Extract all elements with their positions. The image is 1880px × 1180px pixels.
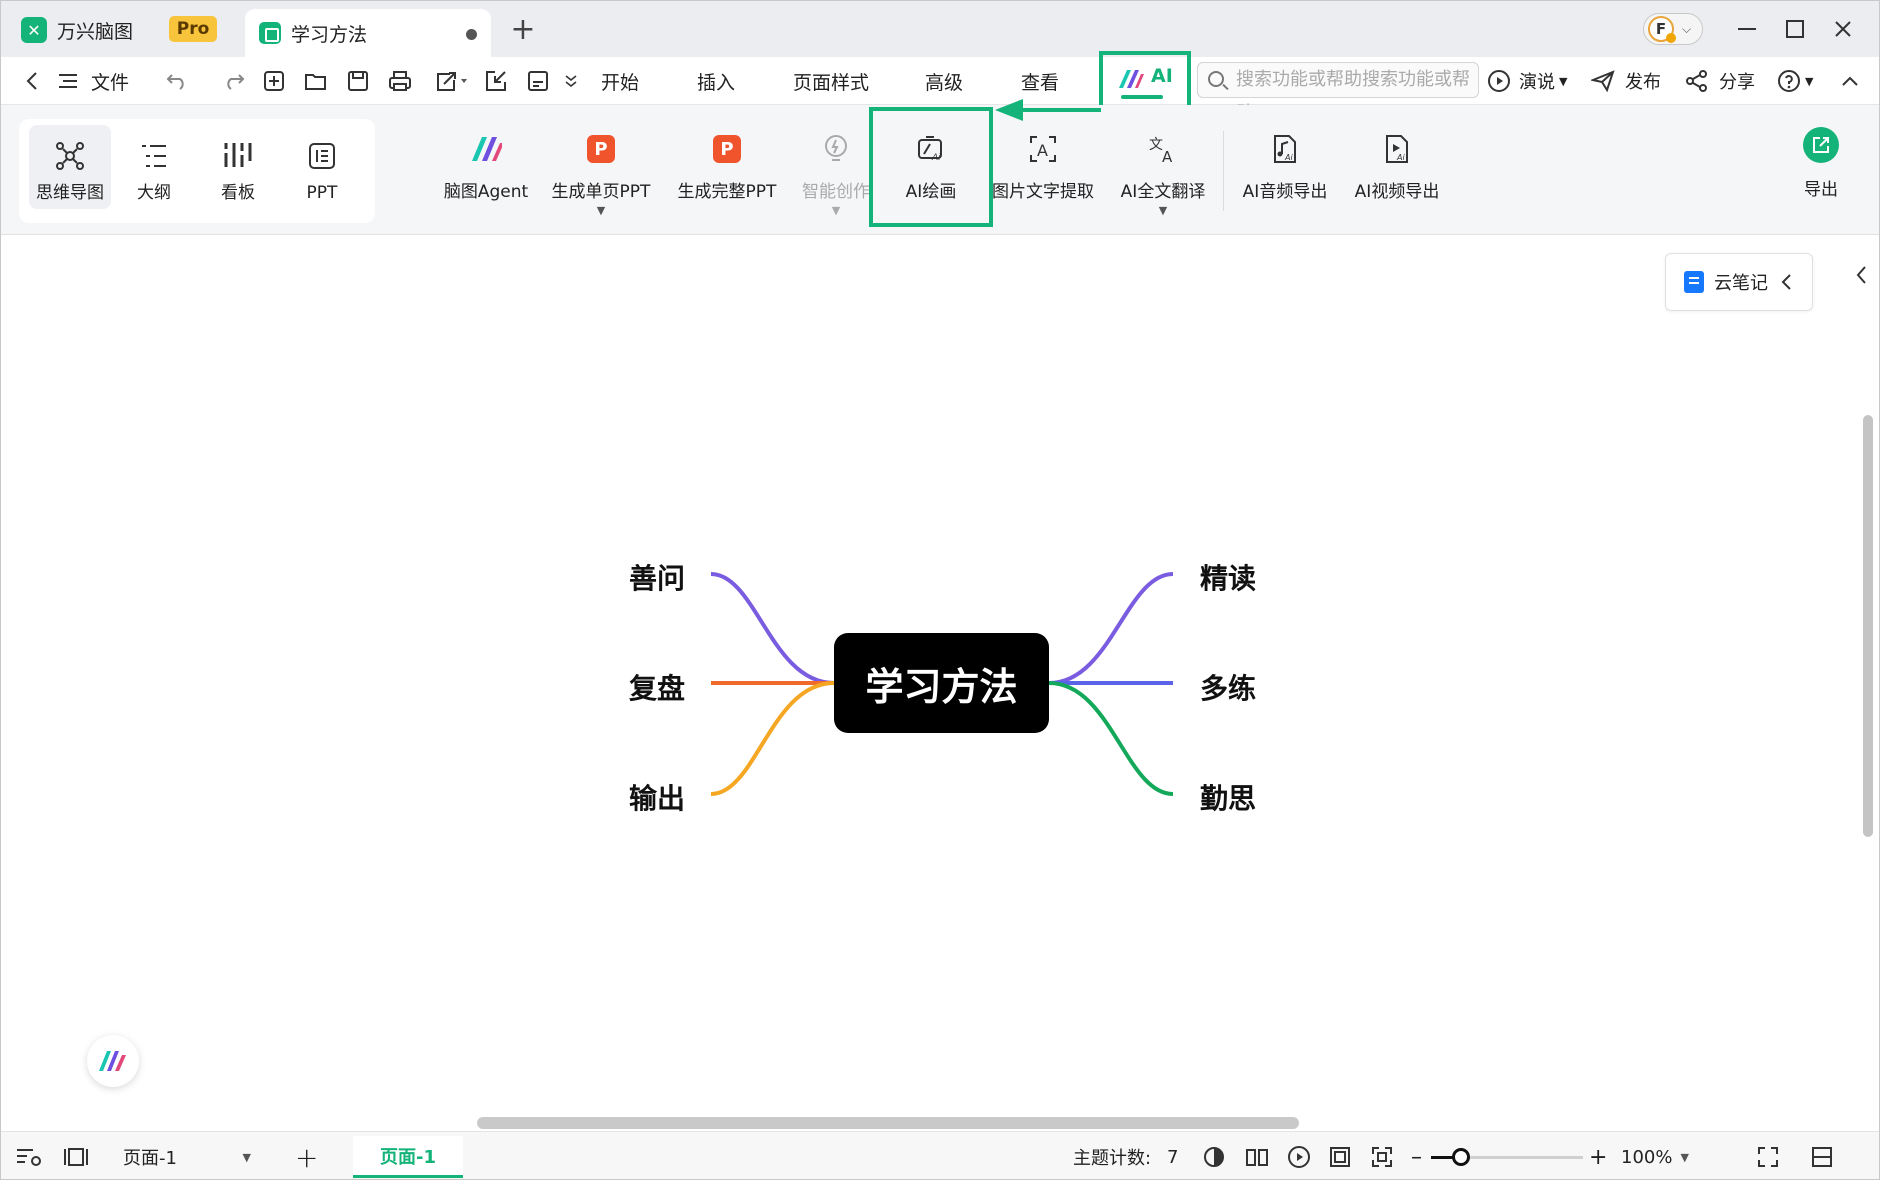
app-window: ✕ 万兴脑图 Pro 学习方法 + F ⌵ 文件 开始 插入 页面样式 高级 查… [0,0,1880,1180]
book-icon [1246,1149,1268,1166]
topic-count-label: 主题计数: [1073,1148,1152,1169]
topic-count-value: 7 [1167,1146,1179,1168]
side-panel-toggle[interactable] [1841,237,1879,313]
contrast-icon [1204,1147,1224,1167]
branch-line [1048,681,1174,796]
mindmap-topic[interactable]: 善问 [629,557,685,597]
vertical-scrollbar[interactable] [1863,415,1873,837]
zoom-in-button[interactable]: + [1589,1132,1607,1179]
page-tab[interactable]: 页面-1 [353,1136,463,1178]
page-panel-icon [64,1148,88,1166]
mindmap-topic[interactable]: 复盘 [629,667,685,707]
list-location-icon [17,1149,41,1166]
mindmap-topic[interactable]: 精读 [1200,557,1256,597]
fit-page-button[interactable] [1329,1132,1351,1179]
zoom-level-select[interactable]: 100% ▼ [1621,1132,1689,1179]
zoom-level-value: 100% [1621,1146,1673,1168]
collapse-panel-button[interactable] [1811,1132,1833,1179]
ai-logo-icon [99,1051,126,1071]
page-panel-toggle-button[interactable] [63,1132,89,1179]
branch-line [710,572,835,685]
theme-button[interactable] [1203,1132,1225,1179]
horizontal-scrollbar[interactable] [477,1117,1299,1129]
zoom-slider-handle[interactable] [1452,1148,1470,1166]
mindmap-root-topic[interactable]: 学习方法 [834,633,1049,733]
zoom-slider[interactable] [1431,1148,1583,1166]
ai-assistant-button[interactable] [87,1035,139,1087]
zoom-out-button[interactable]: – [1411,1132,1422,1179]
mindmap-branches [710,572,1174,796]
caret-down-icon: ▼ [242,1150,251,1164]
outline-toggle-button[interactable] [15,1132,43,1179]
fit-page-icon [1330,1147,1350,1167]
caret-down-icon: ▼ [1680,1150,1689,1164]
fullscreen-icon [1758,1147,1778,1167]
page-select[interactable]: 页面-1 ▼ [111,1138,263,1176]
fullscreen-button[interactable] [1757,1132,1779,1179]
page-select-value: 页面-1 [123,1148,177,1169]
mindmap-topic[interactable]: 多练 [1200,667,1256,707]
status-bar: 页面-1 ▼ + 页面-1 主题计数: 7 – + 100% ▼ [1,1131,1879,1179]
book-view-button[interactable] [1245,1132,1269,1179]
chevron-left-icon [1856,266,1866,284]
add-page-button[interactable]: + [295,1132,318,1179]
fit-screen-button[interactable] [1371,1132,1393,1179]
cloud-note-label: 云笔记 [1714,273,1768,294]
expand-icon [1372,1147,1392,1167]
panel-collapse-icon [1812,1147,1832,1167]
branch-line [1048,572,1174,685]
mindmap-topic[interactable]: 勤思 [1200,777,1256,817]
slideshow-button[interactable] [1287,1132,1311,1179]
mindmap-topic[interactable]: 输出 [629,777,685,817]
note-icon [1684,271,1704,293]
play-circle-icon [1288,1146,1310,1168]
chevron-left-icon [1781,274,1791,290]
cloud-note-button[interactable]: 云笔记 [1665,253,1813,311]
branch-line [710,681,835,796]
